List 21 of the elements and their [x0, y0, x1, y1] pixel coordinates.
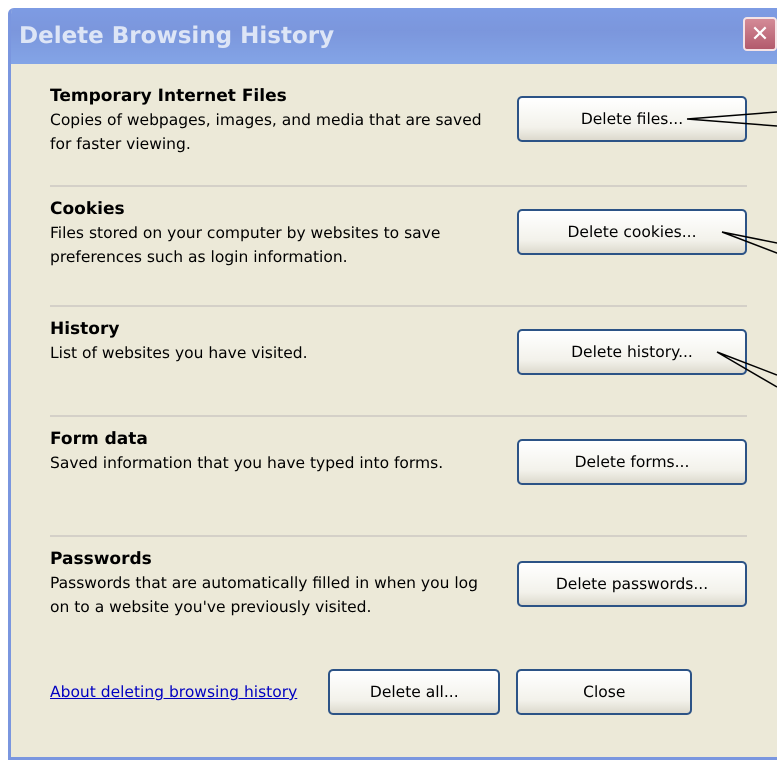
section-description: Passwords that are automatically filled in when you log on to a website you've previously visited. — [50, 573, 479, 618]
delete-button[interactable]: Delete forms... — [517, 439, 747, 485]
section-description: List of websites you have visited. — [50, 343, 309, 364]
leader-line — [716, 351, 777, 388]
delete-button[interactable]: Delete history... — [517, 329, 747, 375]
delete-all-button[interactable]: Delete all... — [328, 669, 500, 715]
section-title: Passwords — [50, 549, 153, 569]
help-link[interactable]: About deleting browsing history — [50, 683, 298, 701]
leader-line — [721, 231, 777, 256]
window-title: Delete Browsing History — [19, 23, 334, 49]
delete-button[interactable]: Delete passwords... — [517, 561, 747, 607]
section-description: Saved information that you have typed into forms. — [50, 453, 444, 474]
delete-button[interactable]: Delete cookies... — [517, 209, 747, 255]
section-title: Form data — [50, 429, 149, 449]
section-title: Cookies — [50, 199, 126, 219]
section-description: Copies of webpages, images, and media that are saved for faster viewing. — [50, 110, 483, 155]
section-title: History — [50, 319, 120, 339]
section-description: Files stored on your computer by websites to save preferences such as login information. — [50, 223, 442, 268]
close-dialog-button[interactable]: Close — [516, 669, 692, 715]
delete-button[interactable]: Delete files... — [517, 96, 747, 142]
section-title: Temporary Internet Files — [50, 86, 288, 106]
